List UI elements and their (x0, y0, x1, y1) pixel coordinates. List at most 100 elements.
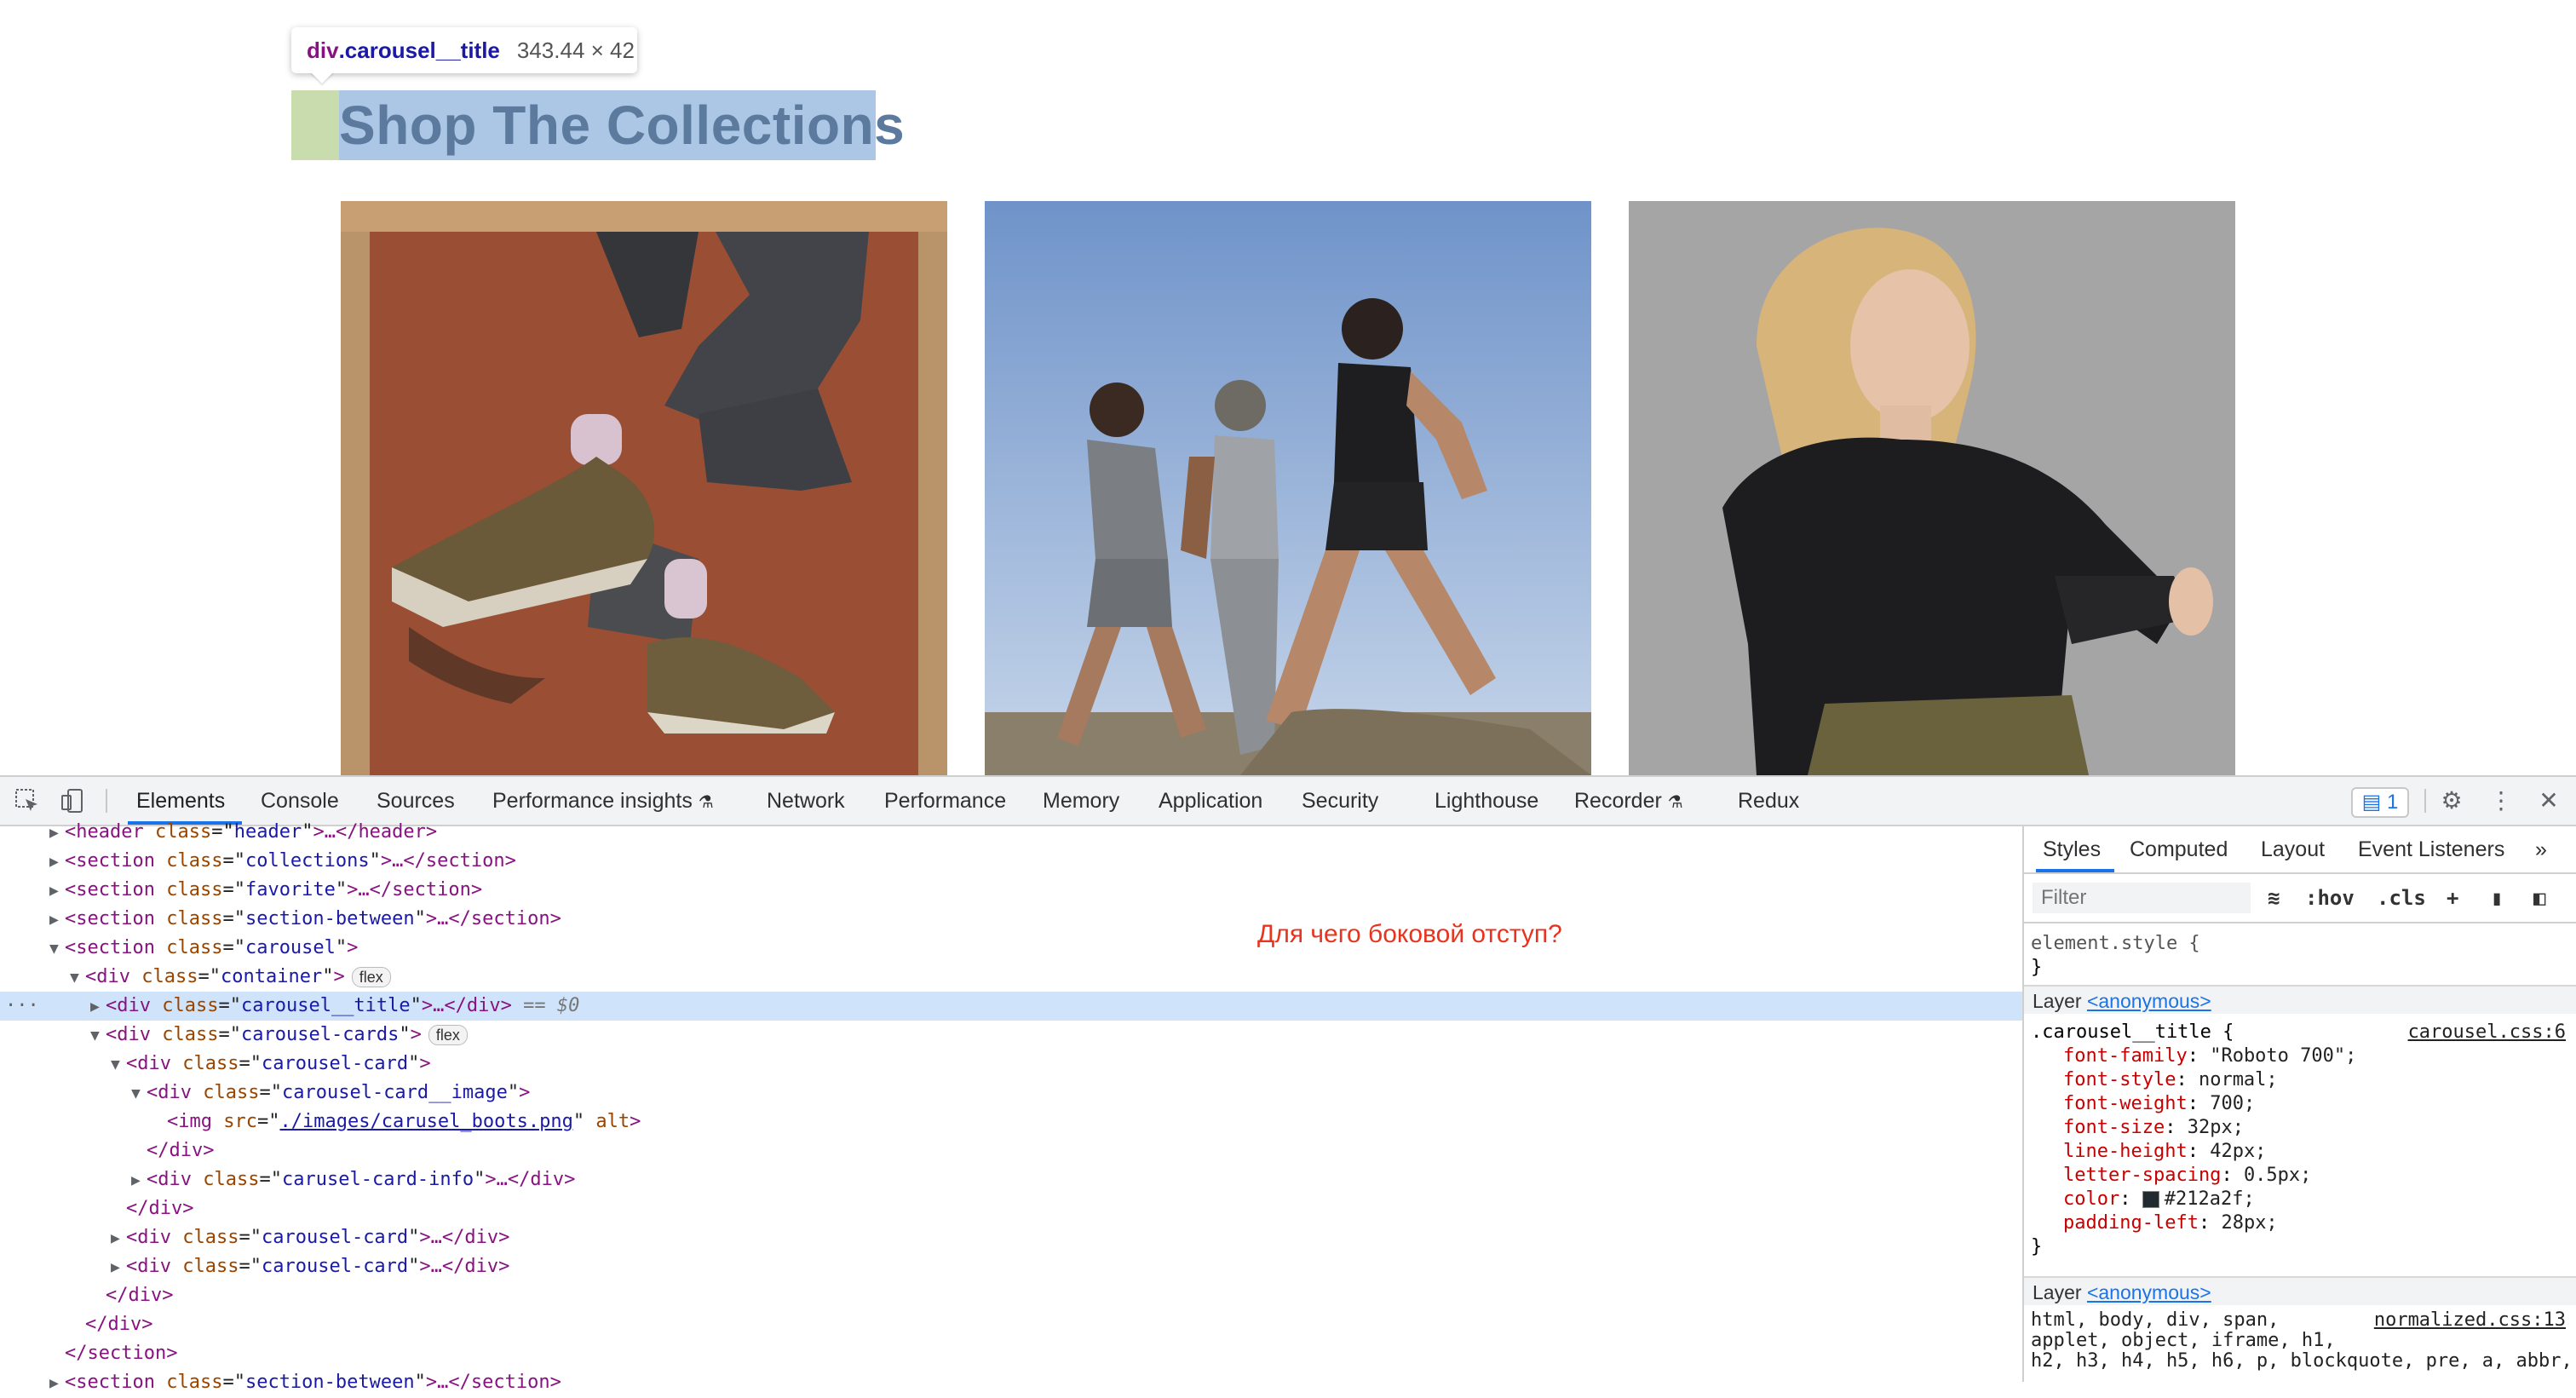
issues-count: 1 (2387, 791, 2399, 814)
flex-badge[interactable]: flex (351, 967, 391, 987)
toolbar-divider (2424, 789, 2426, 813)
hover-state-toggle[interactable]: :hov (2305, 883, 2355, 913)
layer-header: Layer <anonymous> (2024, 985, 2576, 1014)
tab-recorder-label: Recorder (1574, 789, 1662, 813)
dom-node-carousel-card[interactable]: ▼ <div class="carousel-card"> (0, 1050, 2131, 1079)
dom-node-carousel-title[interactable]: ··· ▶ <div class="carousel__title">…</div>… (0, 992, 2111, 1021)
css-prop-row[interactable]: padding-left: 28px; (2031, 1211, 2278, 1235)
collapse-arrow-icon[interactable]: ▼ (90, 1021, 106, 1050)
tooltip-tag: div (307, 37, 339, 63)
normalize-selector-line: html, body, div, span, normalized.css:13 (2031, 1309, 2566, 1331)
css-prop-row[interactable]: font-weight: 700; (2031, 1092, 2255, 1116)
toggle-sidebar-icon[interactable]: ◧ (2533, 883, 2545, 913)
element-style-selector: element.style { (2031, 933, 2200, 954)
more-dots-icon[interactable]: ··· (5, 992, 39, 1021)
dom-node-carousel-card[interactable]: ▶ <div class="carousel-card">…</div> (0, 1252, 2131, 1281)
dom-node-collections[interactable]: ▶ <section class="collections">…</section… (0, 847, 2070, 876)
rule-source-link[interactable]: carousel.css:6 (2408, 1021, 2566, 1044)
expand-arrow-icon[interactable]: ▶ (49, 819, 65, 848)
dom-node-favorite[interactable]: ▶ <section class="favorite">…</section> (0, 876, 2070, 905)
subtab-layout[interactable]: Layout (2261, 826, 2325, 872)
active-subtab-indicator (2036, 869, 2114, 872)
inspect-element-icon[interactable] (14, 787, 41, 814)
dom-node-close: </div> (85, 1314, 153, 1335)
tooltip-dimensions: 343.44 × 42 (516, 37, 635, 63)
class-toggle[interactable]: .cls (2377, 883, 2426, 913)
elements-dom-tree: ▶ <header class="header">…</header> ▶ <sec… (0, 821, 2111, 1393)
dom-node-card-info[interactable]: ▶ <div class="carusel-card-info">…</div> (0, 1165, 2152, 1194)
flex-badge[interactable]: flex (428, 1025, 468, 1045)
collapse-arrow-icon[interactable]: ▼ (49, 935, 65, 964)
expand-arrow-icon[interactable]: ▶ (131, 1166, 147, 1195)
device-toolbar-icon[interactable] (60, 787, 87, 814)
boots-image (341, 201, 947, 775)
collapse-arrow-icon[interactable]: ▼ (111, 1050, 126, 1079)
rule-selector-line: .carousel__title { carousel.css:6 (2031, 1021, 2571, 1044)
css-prop-row[interactable]: font-style: normal; (2031, 1068, 2278, 1092)
color-swatch[interactable] (2142, 1191, 2159, 1208)
css-prop-row[interactable]: color: #212a2f; (2031, 1188, 2255, 1211)
css-prop-row[interactable]: font-size: 32px; (2031, 1116, 2244, 1140)
paint-roller-icon[interactable]: ▮ (2491, 883, 2503, 913)
inspect-tooltip: div .carousel__title 343.44 × 42 (291, 27, 637, 73)
expand-arrow-icon[interactable]: ▶ (90, 992, 106, 1021)
dom-node-card-image[interactable]: ▼ <div class="carousel-card__image"> (0, 1079, 2152, 1107)
subtab-computed[interactable]: Computed (2130, 826, 2228, 872)
css-prop-row[interactable]: line-height: 42px; (2031, 1140, 2266, 1164)
css-prop-row[interactable]: letter-spacing: 0.5px; (2031, 1164, 2311, 1188)
padding-highlight (291, 90, 339, 160)
dom-node-carousel-cards[interactable]: ▼ <div class="carousel-cards"> flex (0, 1021, 2111, 1050)
subtab-event-listeners[interactable]: Event Listeners (2358, 826, 2504, 872)
rule-close: } (2031, 1236, 2043, 1257)
woman-image (1629, 201, 2235, 775)
rule-selector: .carousel__title { (2031, 1021, 2234, 1043)
tab-performance-insights-label: Performance insights (492, 789, 693, 813)
carousel-card-runners[interactable] (985, 201, 1591, 775)
css-prop-row[interactable]: font-family: "Roboto 700"; (2031, 1044, 2356, 1068)
expand-arrow-icon[interactable]: ▶ (111, 1253, 126, 1282)
expand-arrow-icon[interactable]: ▶ (49, 1369, 65, 1398)
issues-button[interactable]: ▤ 1 (2351, 787, 2409, 818)
dom-node-close: </div> (106, 1285, 174, 1306)
settings-gear-icon[interactable]: ⚙ (2438, 787, 2465, 814)
dom-node-header[interactable]: ▶ <header class="header">…</header> (0, 818, 2070, 847)
layer-label: Layer (2033, 1281, 2082, 1303)
normalize-selector-line: h2, h3, h4, h5, h6, p, blockquote, pre, … (2031, 1350, 2573, 1372)
layer-anonymous-link[interactable]: <anonymous> (2087, 1281, 2211, 1303)
dom-node-section-between[interactable]: ▶ <section class="section-between">…</sec… (0, 905, 2070, 934)
subtab-styles[interactable]: Styles (2043, 826, 2101, 872)
styles-subtabs: Styles Computed Layout Event Listeners » (2024, 826, 2576, 874)
layer-header: Layer <anonymous> (2024, 1276, 2576, 1305)
flask-icon: ⚗ (698, 793, 714, 812)
new-rule-plus-icon[interactable]: + (2447, 883, 2458, 913)
toolbar-divider (106, 789, 107, 813)
expand-arrow-icon[interactable]: ▶ (49, 877, 65, 906)
carousel-card-woman[interactable] (1629, 201, 2235, 775)
layer-anonymous-link[interactable]: <anonymous> (2087, 990, 2211, 1012)
more-options-icon[interactable]: ⋮ (2487, 787, 2515, 814)
styles-filter-input[interactable] (2033, 883, 2251, 913)
tooltip-class: .carousel__title (338, 37, 500, 63)
expand-arrow-icon[interactable]: ▶ (49, 848, 65, 877)
collapse-arrow-icon[interactable]: ▼ (70, 964, 85, 992)
image-src-link[interactable]: ./images/carusel_boots.png (280, 1111, 573, 1132)
dom-node-close: </section> (65, 1343, 178, 1364)
normalize-source-link[interactable]: normalized.css:13 (2374, 1310, 2566, 1331)
carousel-title: Shop The Collections (339, 95, 906, 156)
toggle-layers-icon[interactable]: ≋ (2268, 883, 2280, 913)
more-tabs-chevron-icon[interactable]: » (2535, 826, 2547, 872)
expand-arrow-icon[interactable]: ▶ (49, 906, 65, 935)
dom-node-container[interactable]: ▼ <div class="container"> flex (0, 963, 2090, 992)
dom-node-carousel-card[interactable]: ▶ <div class="carousel-card">…</div> (0, 1223, 2131, 1252)
close-icon[interactable]: ✕ (2535, 787, 2562, 814)
expand-arrow-icon[interactable]: ▶ (111, 1224, 126, 1253)
page-viewport: div .carousel__title 343.44 × 42 Shop The… (0, 0, 2576, 775)
collapse-arrow-icon[interactable]: ▼ (131, 1079, 147, 1108)
dom-node-section-between[interactable]: ▶ <section class="section-between">…</sec… (0, 1368, 2070, 1397)
styles-pane: Styles Computed Layout Event Listeners »… (2022, 826, 2576, 1382)
dom-node-carousel[interactable]: ▼ <section class="carousel"> (0, 934, 2070, 963)
dom-node-img[interactable]: <img src="./images/carusel_boots.png" al… (0, 1107, 2188, 1136)
flask-icon: ⚗ (1667, 793, 1683, 812)
devtools-panel: Elements Console Sources Performance ins… (0, 775, 2576, 1393)
carousel-card-boots[interactable] (341, 201, 947, 775)
